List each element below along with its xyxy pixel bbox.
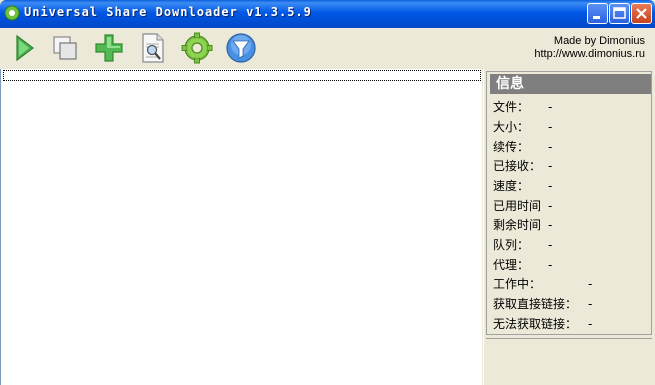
credits: Made by Dimonius http://www.dimonius.ru [534, 35, 645, 61]
info-label-size: 大小： [493, 120, 530, 134]
funnel-icon [226, 33, 256, 63]
minimize-icon [593, 16, 600, 19]
start-button[interactable] [6, 31, 40, 65]
window-title: Universal Share Downloader v1.3.5.9 [24, 5, 312, 19]
list-focus-row[interactable] [3, 70, 481, 81]
credit-author: Made by Dimonius [553, 35, 645, 47]
info-label-link-failed: 无法获取链接： [493, 317, 578, 331]
info-label-queue: 队列： [493, 238, 530, 252]
info-value-working: - [588, 277, 593, 291]
info-label-file: 文件： [493, 100, 530, 114]
inspect-button[interactable] [136, 31, 170, 65]
info-divider [486, 338, 652, 339]
info-label-speed: 速度： [493, 179, 530, 193]
toolbar: Made by Dimonius http://www.dimonius.ru [0, 28, 655, 68]
plus-icon [95, 34, 123, 62]
info-label-proxy: 代理： [493, 258, 530, 272]
info-value-file: - [548, 100, 553, 114]
app-icon [4, 5, 20, 21]
maximize-button[interactable] [609, 3, 630, 24]
app-window: Universal Share Downloader v1.3.5.9 Made… [0, 0, 655, 385]
filter-button[interactable] [224, 31, 258, 65]
info-label-direct-link: 获取直接链接： [493, 297, 578, 311]
info-value-resume: - [548, 140, 553, 154]
info-label-working: 工作中： [493, 277, 542, 291]
info-box: 信息 文件： - 大小： - 续传： - 已接收： - 速度： - 已用时间 -… [486, 71, 652, 335]
play-icon [16, 34, 34, 62]
copy-icon [53, 36, 77, 60]
add-button[interactable] [92, 31, 126, 65]
download-list[interactable] [0, 69, 482, 385]
document-magnifier-icon [142, 33, 164, 63]
info-label-elapsed: 已用时间 [493, 199, 542, 213]
gear-icon [181, 32, 213, 64]
close-button[interactable] [631, 3, 652, 24]
info-value-speed: - [548, 179, 553, 193]
settings-button[interactable] [180, 31, 214, 65]
info-value-received: - [548, 159, 553, 173]
close-icon [636, 8, 647, 19]
info-value-link-failed: - [588, 317, 593, 331]
info-label-resume: 续传： [493, 140, 530, 154]
credit-url: http://www.dimonius.ru [534, 48, 645, 60]
info-value-proxy: - [548, 258, 553, 272]
info-label-remaining: 剩余时间 [493, 218, 542, 232]
info-value-elapsed: - [548, 199, 553, 213]
copy-button[interactable] [48, 31, 82, 65]
info-panel: 信息 文件： - 大小： - 续传： - 已接收： - 速度： - 已用时间 -… [483, 69, 655, 385]
minimize-button[interactable] [587, 3, 608, 24]
info-value-remaining: - [548, 218, 553, 232]
info-label-received: 已接收： [493, 159, 542, 173]
info-header: 信息 [490, 74, 651, 94]
info-value-queue: - [548, 238, 553, 252]
title-bar[interactable]: Universal Share Downloader v1.3.5.9 [0, 0, 655, 28]
info-value-size: - [548, 120, 553, 134]
maximize-icon [613, 7, 626, 19]
info-value-direct-link: - [588, 297, 593, 311]
